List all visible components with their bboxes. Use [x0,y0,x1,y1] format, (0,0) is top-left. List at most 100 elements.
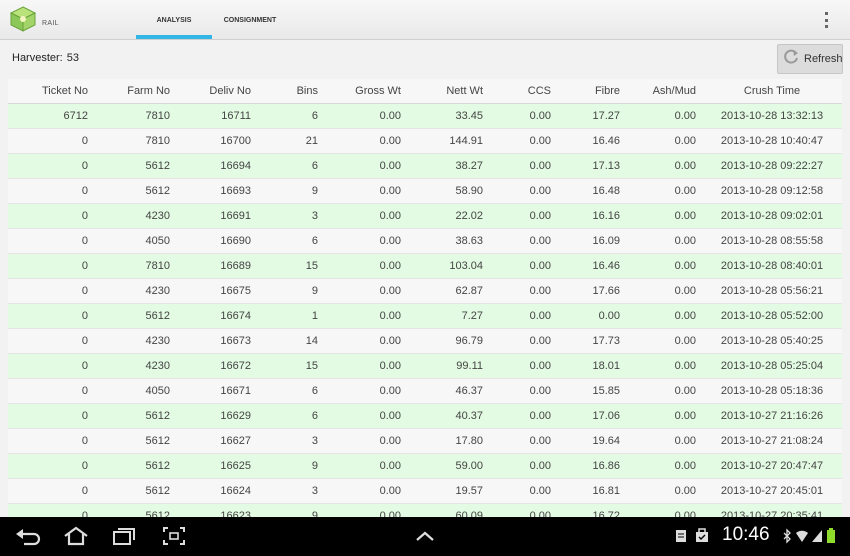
refresh-button[interactable]: Refresh [777,44,843,74]
cell-nett-wt: 96.79 [455,335,483,347]
table-row[interactable]: 0 5612 16694 6 0.00 38.27 0.00 17.13 0.00 2013-10… [8,154,842,179]
table-row[interactable]: 6712 7810 16711 6 0.00 33.45 0.00 17.27 0.00 2013… [8,104,842,129]
cell-gross-wt: 0.00 [379,435,401,447]
cell-crush-time: 2013-10-28 05:40:25 [720,335,824,347]
cell-farm-no: 4050 [145,235,170,247]
table-row[interactable]: 0 5612 16629 6 0.00 40.37 0.00 17.06 0.00 2013-10… [8,404,842,429]
table-body: 6712 7810 16711 6 0.00 33.45 0.00 17.27 0.00 2013… [8,104,842,517]
table-row[interactable]: 0 4050 16671 6 0.00 46.37 0.00 15.85 0.00 2013-10… [8,379,842,404]
recent-apps-icon[interactable] [110,525,138,547]
cell-gross-wt: 0.00 [379,135,401,147]
cell-gross-wt: 0.00 [379,210,401,222]
table-row[interactable]: 0 5612 16674 1 0.00 7.27 0.00 0.00 0.00 2013-10-2… [8,304,842,329]
cell-gross-wt: 0.00 [379,185,401,197]
table-row[interactable]: 0 4230 16673 14 0.00 96.79 0.00 17.73 0.00 2013-1… [8,329,842,354]
harvester-info: Harvester: 53 [12,52,79,64]
cell-crush-time: 2013-10-27 21:08:24 [720,435,824,447]
table-row[interactable]: 0 4230 16691 3 0.00 22.02 0.00 16.16 0.00 2013-10… [8,204,842,229]
table-viewport[interactable]: Ticket No Farm No Deliv No Bins Gross Wt Nett… [0,79,850,517]
cell-bins: 9 [311,460,318,472]
cell-ccs: 0.00 [529,310,551,322]
overflow-menu-icon[interactable] [820,10,832,30]
cell-fibre: 17.66 [592,285,620,297]
cell-nett-wt: 38.27 [455,160,483,172]
cell-deliv-no: 16624 [220,485,251,497]
cell-nett-wt: 38.63 [455,235,483,247]
cell-nett-wt: 46.37 [455,385,483,397]
cell-nett-wt: 99.11 [456,360,483,372]
cell-farm-no: 5612 [145,460,170,472]
table-row[interactable]: 0 5612 16625 9 0.00 59.00 0.00 16.86 0.00 2013-10… [8,454,842,479]
cell-ash-mud: 0.00 [674,160,696,172]
back-icon[interactable] [14,525,42,547]
cell-ccs: 0.00 [529,485,551,497]
cell-fibre: 16.72 [592,510,620,517]
table-row[interactable]: 0 4230 16672 15 0.00 99.11 0.00 18.01 0.00 2013-1… [8,354,842,379]
tab-analysis[interactable]: ANALYSIS [136,0,212,40]
cell-bins: 6 [311,235,318,247]
table-row[interactable]: 0 7810 16689 15 0.00 103.04 0.00 16.46 0.00 2013-… [8,254,842,279]
cell-deliv-no: 16623 [220,510,251,517]
cell-ccs: 0.00 [529,260,551,272]
column-header-ash-mud: Ash/Mud [652,85,696,97]
cell-nett-wt: 19.57 [455,485,483,497]
cell-nett-wt: 60.09 [455,510,483,517]
table-row[interactable]: 0 5612 16627 3 0.00 17.80 0.00 19.64 0.00 2013-10… [8,429,842,454]
cell-fibre: 17.73 [592,335,620,347]
table-row[interactable]: 0 4050 16690 6 0.00 38.63 0.00 16.09 0.00 2013-10… [8,229,842,254]
cell-deliv-no: 16671 [220,385,251,397]
cell-gross-wt: 0.00 [379,110,401,122]
signal-icon [811,525,823,547]
cell-fibre: 16.81 [592,485,620,497]
cell-ccs: 0.00 [529,185,551,197]
cell-farm-no: 4230 [145,360,170,372]
cell-ccs: 0.00 [529,210,551,222]
table-row[interactable]: 0 5612 16693 9 0.00 58.90 0.00 16.48 0.00 2013-10… [8,179,842,204]
cell-fibre: 19.64 [592,435,620,447]
tab-consignment[interactable]: CONSIGNMENT [212,0,288,40]
cell-ash-mud: 0.00 [674,435,696,447]
notification-icon [674,525,688,547]
cell-deliv-no: 16694 [220,160,251,172]
cell-bins: 6 [311,160,318,172]
cell-farm-no: 4050 [145,385,170,397]
battery-icon [826,525,836,547]
cell-gross-wt: 0.00 [379,310,401,322]
table-row[interactable]: 0 4230 16675 9 0.00 62.87 0.00 17.66 0.00 2013-10… [8,279,842,304]
cell-ticket-no: 0 [81,185,88,197]
cell-farm-no: 5612 [145,310,170,322]
cell-crush-time: 2013-10-27 20:35:41 [720,510,824,517]
cell-farm-no: 5612 [145,510,170,517]
cell-deliv-no: 16689 [220,260,251,272]
wifi-icon [795,525,809,547]
harvester-label: Harvester: [12,52,63,64]
cell-farm-no: 4230 [145,285,170,297]
cell-ticket-no: 0 [81,285,88,297]
cell-deliv-no: 16675 [220,285,251,297]
table-row[interactable]: 0 7810 16700 21 0.00 144.91 0.00 16.46 0.00 2013-… [8,129,842,154]
cell-farm-no: 7810 [145,110,170,122]
cell-crush-time: 2013-10-28 09:02:01 [720,210,824,222]
cell-fibre: 18.01 [592,360,620,372]
cell-deliv-no: 16700 [220,135,251,147]
cell-crush-time: 2013-10-28 09:22:27 [720,160,824,172]
cell-ash-mud: 0.00 [674,385,696,397]
up-chevron-icon[interactable] [411,525,439,547]
table-row[interactable]: 0 5612 16623 9 0.00 60.09 0.00 16.72 0.00 2013-10… [8,504,842,517]
bag-icon [694,525,710,547]
refresh-label: Refresh [804,53,843,65]
screenshot-icon[interactable] [160,525,188,547]
cell-fibre: 16.09 [592,235,620,247]
cell-bins: 1 [311,310,318,322]
cell-ticket-no: 6712 [63,110,88,122]
cell-farm-no: 5612 [145,435,170,447]
cell-deliv-no: 16625 [220,460,251,472]
cell-bins: 14 [305,335,318,347]
table-row[interactable]: 0 5612 16624 3 0.00 19.57 0.00 16.81 0.00 2013-10… [8,479,842,504]
cell-ash-mud: 0.00 [674,410,696,422]
column-header-gross-wt: Gross Wt [355,85,401,97]
cell-gross-wt: 0.00 [379,160,401,172]
cell-nett-wt: 40.37 [455,410,483,422]
home-icon[interactable] [62,525,90,547]
cell-bins: 21 [305,135,318,147]
